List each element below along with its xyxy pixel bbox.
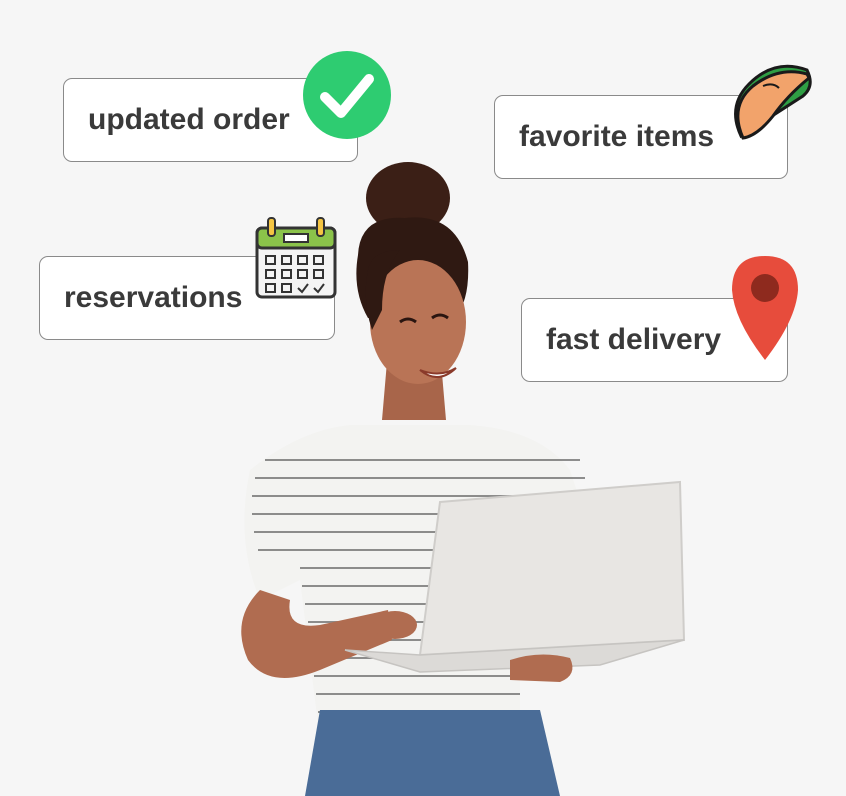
fast-delivery-label: fast delivery [546, 323, 722, 356]
updated-order-label: updated order [88, 103, 290, 136]
map-pin-icon [732, 256, 798, 360]
laptop [418, 480, 686, 657]
taco-icon [734, 64, 812, 140]
right-hand [510, 654, 573, 682]
calendar-icon [255, 217, 337, 299]
jeans [305, 710, 560, 796]
left-hand [373, 611, 417, 639]
reservations-label: reservations [64, 281, 243, 314]
favorite-items-label: favorite items [519, 120, 715, 153]
feature-illustration: updated order favorite items reservation… [0, 0, 846, 796]
checkmark-circle-icon [303, 51, 391, 139]
